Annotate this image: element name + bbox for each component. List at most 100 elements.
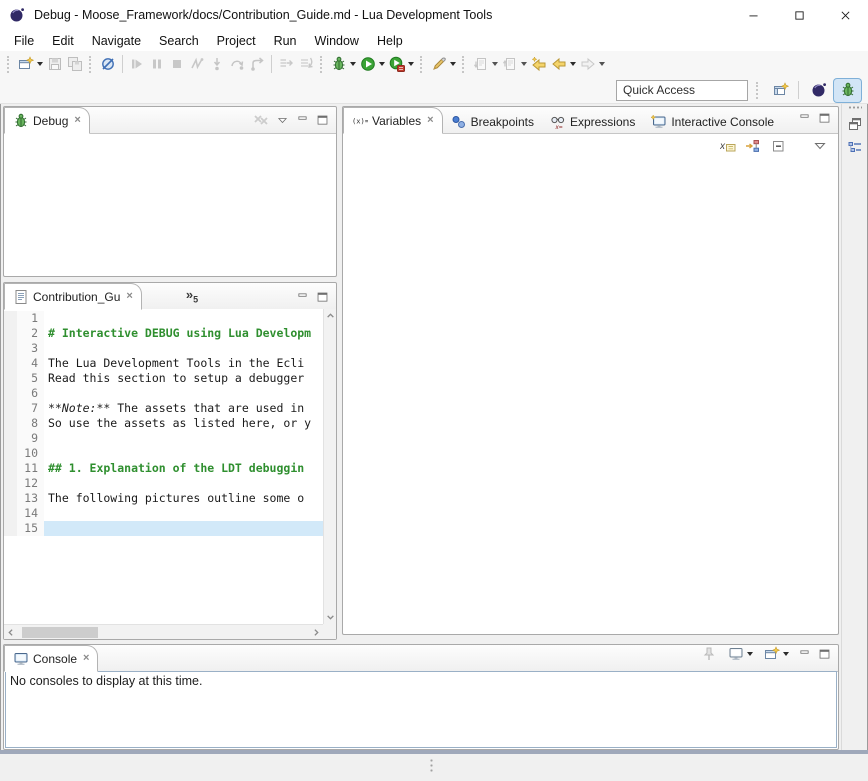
use-step-filters-button[interactable] <box>276 52 296 76</box>
close-icon[interactable]: × <box>427 115 433 126</box>
pin-console-button[interactable] <box>699 642 719 666</box>
tab-debug[interactable]: Debug × <box>4 107 90 134</box>
display-selected-console-button[interactable] <box>726 642 755 666</box>
code-area[interactable]: 12# Interactive DEBUG using Lua Developm… <box>4 309 323 624</box>
editor-line-11[interactable]: 11## 1. Explanation of the LDT debuggin <box>4 461 323 476</box>
code-text[interactable]: The following pictures outline some o <box>44 491 323 506</box>
editor-line-9[interactable]: 9 <box>4 431 323 446</box>
new-button[interactable] <box>16 52 45 76</box>
remove-terminated-button[interactable] <box>253 112 269 128</box>
terminate-button[interactable] <box>167 52 187 76</box>
editor-line-12[interactable]: 12 <box>4 476 323 491</box>
editor-line-5[interactable]: 5Read this section to setup a debugger <box>4 371 323 386</box>
scroll-right-icon[interactable] <box>310 626 323 639</box>
minimize-view-button[interactable] <box>296 291 309 304</box>
menu-search[interactable]: Search <box>150 32 208 50</box>
previous-annotation-button[interactable] <box>500 52 529 76</box>
suspend-button[interactable] <box>147 52 167 76</box>
status-grip[interactable] <box>430 758 433 772</box>
menu-run[interactable]: Run <box>265 32 306 50</box>
more-editors-chevron[interactable]: »5 <box>186 287 198 305</box>
scroll-up-icon[interactable] <box>324 309 337 322</box>
tab-breakpoints[interactable]: Breakpoints <box>443 109 542 134</box>
minimize-button[interactable] <box>730 0 776 30</box>
last-edit-location-button[interactable] <box>529 52 549 76</box>
code-text[interactable]: ## 1. Explanation of the LDT debuggin <box>44 461 323 476</box>
code-text[interactable]: So use the assets as listed here, or y <box>44 416 323 431</box>
skip-all-breakpoints-button[interactable] <box>98 52 118 76</box>
trim-drag-handle[interactable] <box>848 106 862 109</box>
tab-variables[interactable]: (x)=Variables× <box>343 107 443 134</box>
code-text[interactable] <box>44 506 323 521</box>
code-text[interactable]: # Interactive DEBUG using Lua Developm <box>44 326 323 341</box>
show-type-names-button[interactable]: x <box>720 138 736 154</box>
next-annotation-button[interactable] <box>471 52 500 76</box>
tab-expressions[interactable]: x=Expressions <box>542 109 643 134</box>
tab-interactive-console[interactable]: Interactive Console <box>643 109 782 134</box>
open-console-button[interactable] <box>762 642 791 666</box>
forward-button[interactable] <box>578 52 607 76</box>
code-text[interactable] <box>44 431 323 446</box>
editor-line-1[interactable]: 1 <box>4 311 323 326</box>
editor-line-8[interactable]: 8So use the assets as listed here, or y <box>4 416 323 431</box>
disconnect-button[interactable] <box>187 52 207 76</box>
scroll-left-icon[interactable] <box>4 626 17 639</box>
code-text[interactable] <box>44 521 323 536</box>
code-text[interactable] <box>44 341 323 356</box>
menu-window[interactable]: Window <box>306 32 368 50</box>
console-content[interactable]: No consoles to display at this time. <box>5 671 837 748</box>
menu-help[interactable]: Help <box>368 32 412 50</box>
minimize-view-button[interactable] <box>798 648 811 661</box>
tab-contribution-guide[interactable]: Contribution_Gu × <box>4 283 142 310</box>
code-text[interactable] <box>44 386 323 401</box>
external-tools-button[interactable] <box>429 52 458 76</box>
toolbar-grip[interactable] <box>420 56 425 73</box>
save-all-button[interactable] <box>65 52 85 76</box>
view-menu-button[interactable] <box>276 114 289 127</box>
step-return-button[interactable] <box>247 52 267 76</box>
debug-perspective-button[interactable] <box>834 79 861 102</box>
maximize-view-button[interactable] <box>316 291 329 304</box>
code-text[interactable]: **Note:** The assets that are used in <box>44 401 323 416</box>
editor-line-2[interactable]: 2# Interactive DEBUG using Lua Developm <box>4 326 323 341</box>
coverage-button[interactable] <box>387 52 416 76</box>
collapse-all-button[interactable] <box>770 138 786 154</box>
code-text[interactable] <box>44 311 323 326</box>
code-text[interactable]: The Lua Development Tools in the Ecli <box>44 356 323 371</box>
menu-edit[interactable]: Edit <box>43 32 83 50</box>
maximize-view-button[interactable] <box>316 114 329 127</box>
toolbar-grip[interactable] <box>7 56 12 73</box>
close-icon[interactable]: × <box>126 291 132 302</box>
open-perspective-button[interactable] <box>767 79 794 102</box>
scrollbar-thumb[interactable] <box>22 627 98 638</box>
outline-view-button[interactable] <box>844 137 866 159</box>
menu-file[interactable]: File <box>5 32 43 50</box>
editor-line-4[interactable]: 4The Lua Development Tools in the Ecli <box>4 356 323 371</box>
step-over-button[interactable] <box>227 52 247 76</box>
maximize-view-button[interactable] <box>818 112 831 125</box>
vertical-scrollbar[interactable] <box>323 309 336 624</box>
close-button[interactable] <box>822 0 868 30</box>
close-icon[interactable]: × <box>74 115 80 126</box>
code-text[interactable] <box>44 476 323 491</box>
show-logical-structure-button[interactable] <box>745 138 761 154</box>
resume-button[interactable] <box>127 52 147 76</box>
editor-line-10[interactable]: 10 <box>4 446 323 461</box>
restore-view-button[interactable] <box>844 113 866 135</box>
toolbar-grip[interactable] <box>320 56 325 73</box>
toolbar-grip[interactable] <box>89 56 94 73</box>
editor-line-6[interactable]: 6 <box>4 386 323 401</box>
menu-navigate[interactable]: Navigate <box>83 32 150 50</box>
code-text[interactable]: Read this section to setup a debugger <box>44 371 323 386</box>
run-button[interactable] <box>358 52 387 76</box>
menu-project[interactable]: Project <box>208 32 265 50</box>
maximize-view-button[interactable] <box>818 648 831 661</box>
step-into-button[interactable] <box>207 52 227 76</box>
toolbar-grip[interactable] <box>756 82 761 99</box>
horizontal-scrollbar[interactable] <box>4 624 323 639</box>
editor-line-7[interactable]: 7**Note:** The assets that are used in <box>4 401 323 416</box>
close-icon[interactable]: × <box>83 653 89 664</box>
back-button[interactable] <box>549 52 578 76</box>
debug-button[interactable] <box>329 52 358 76</box>
save-button[interactable] <box>45 52 65 76</box>
